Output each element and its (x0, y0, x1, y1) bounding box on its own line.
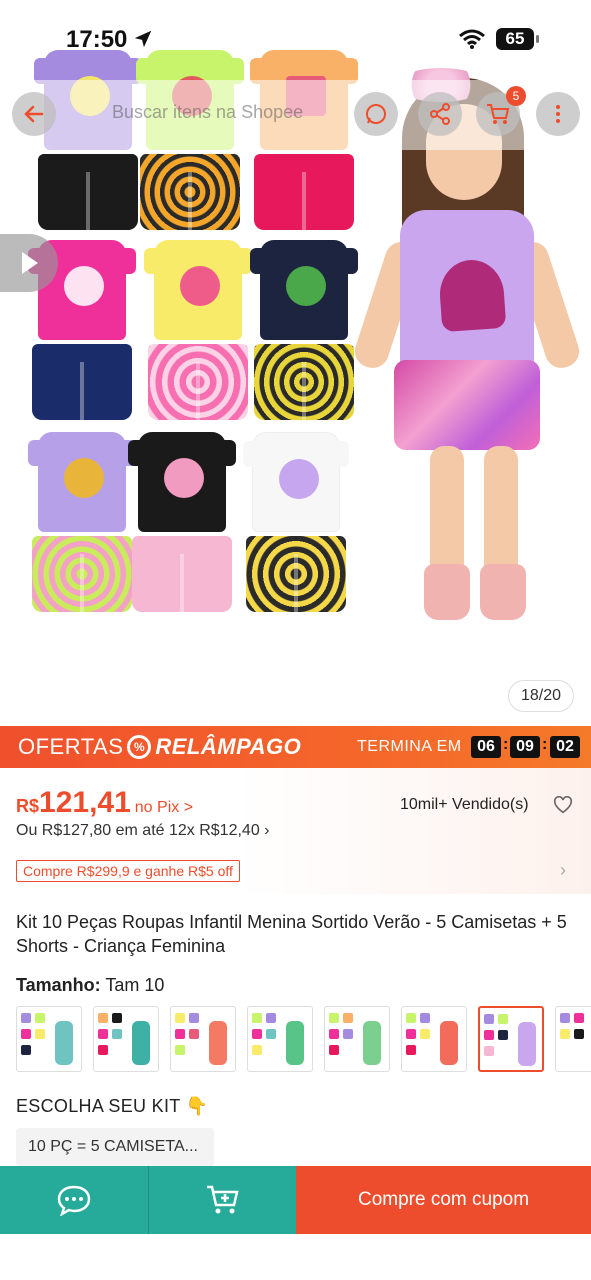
cart-icon (487, 104, 510, 124)
kit-option[interactable]: 10 PÇ = 5 CAMISETA... (16, 1128, 214, 1166)
variation-thumbnail[interactable] (170, 1006, 236, 1072)
share-button[interactable] (418, 92, 462, 136)
cart-button[interactable]: 5 (476, 86, 526, 136)
battery-indicator: 65 (496, 28, 539, 50)
cart-count-badge: 5 (506, 86, 526, 106)
outfit-7 (26, 432, 138, 622)
chat-icon (57, 1185, 91, 1216)
flash-sale-label-bold: RELÂMPAGO (155, 734, 302, 759)
variation-thumbnail[interactable] (401, 1006, 467, 1072)
whatsapp-icon (366, 104, 386, 124)
chat-button[interactable] (0, 1166, 148, 1234)
variation-thumbnail[interactable] (16, 1006, 82, 1072)
ends-in-label: TERMINA EM (357, 738, 462, 755)
search-input[interactable]: Buscar itens na Shopee (70, 92, 350, 132)
kit-label: ESCOLHA SEU KIT 👇 (16, 1096, 209, 1116)
coupon-tag[interactable]: Compre R$299,9 e ganhe R$5 off (16, 860, 240, 882)
top-nav: Buscar itens na Shopee 5 (0, 80, 591, 150)
share-icon (430, 103, 450, 125)
add-to-cart-icon (206, 1185, 239, 1214)
pix-label: no Pix > (134, 799, 194, 816)
outfit-6 (248, 240, 360, 430)
size-selection: Tamanho: Tam 10 (16, 975, 164, 996)
outfit-8 (126, 432, 238, 622)
outfit-9 (240, 432, 352, 622)
location-arrow-icon (134, 30, 152, 48)
countdown-seconds: 02 (550, 736, 580, 758)
bottom-action-bar: Compre com cupom (0, 1166, 591, 1234)
status-bar: 17:50 65 (0, 0, 591, 53)
outfit-5 (142, 240, 254, 430)
more-menu-button[interactable] (536, 92, 580, 136)
heart-icon[interactable] (553, 796, 573, 814)
variation-thumbnails (16, 1006, 591, 1074)
product-title: Kit 10 Peças Roupas Infantil Menina Sort… (16, 912, 567, 956)
price-amount: 121,41 (39, 786, 131, 819)
wifi-icon (459, 29, 485, 49)
buy-with-coupon-button[interactable]: Compre com cupom (296, 1166, 591, 1234)
countdown-separator: : (503, 736, 509, 753)
variation-thumbnail[interactable] (324, 1006, 390, 1072)
installment-info[interactable]: Ou R$127,80 em até 12x R$12,40 › (16, 822, 270, 840)
countdown-hours: 06 (471, 736, 501, 758)
variation-thumbnail[interactable] (247, 1006, 313, 1072)
whatsapp-button[interactable] (354, 92, 398, 136)
countdown-separator: : (542, 736, 548, 753)
status-time: 17:50 (66, 26, 128, 53)
variation-thumbnail-selected[interactable] (478, 1006, 544, 1072)
price-currency: R$ (16, 796, 40, 816)
size-label: Tamanho: (16, 975, 101, 995)
countdown-minutes: 09 (510, 736, 540, 758)
image-counter: 18/20 (508, 680, 574, 712)
sold-count: 10mil+ Vendido(s) (400, 796, 529, 813)
price[interactable]: R$121,41 no Pix > (16, 786, 193, 820)
size-value: Tam 10 (105, 975, 165, 995)
flash-sale-label: OFERTAS (18, 734, 124, 759)
arrow-left-icon (24, 105, 44, 123)
variation-thumbnail[interactable] (93, 1006, 159, 1072)
back-button[interactable] (12, 92, 56, 136)
chevron-right-icon[interactable]: › (560, 860, 566, 881)
more-vertical-icon (556, 105, 560, 123)
add-to-cart-button[interactable] (148, 1166, 296, 1234)
alarm-clock-icon: % (127, 735, 152, 759)
variation-thumbnail[interactable] (555, 1006, 591, 1072)
video-play-button[interactable] (0, 234, 58, 292)
bottom-safe-area (0, 1234, 591, 1280)
